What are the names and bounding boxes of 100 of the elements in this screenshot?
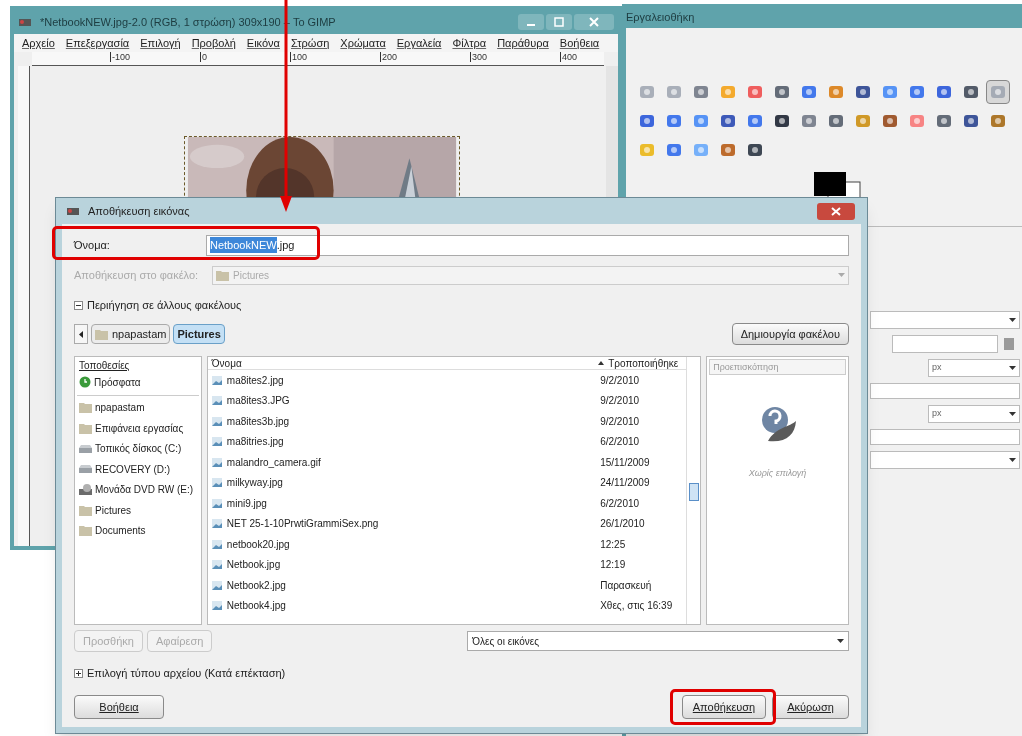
- filter-dropdown[interactable]: Όλες οι εικόνες: [467, 631, 849, 651]
- menu-item[interactable]: Παράθυρα: [497, 34, 549, 52]
- file-row[interactable]: mini9.jpg 6/2/2010: [207, 493, 687, 514]
- help-button[interactable]: Βοήθεια: [74, 695, 164, 719]
- place-item[interactable]: Documents: [75, 520, 201, 541]
- dropdown-field[interactable]: [870, 451, 1020, 469]
- tool-icon: [989, 112, 1007, 130]
- file-name: Netbook2.jpg: [226, 578, 286, 593]
- tool-icon: [746, 141, 764, 159]
- app-icon: [18, 17, 32, 27]
- collapse-icon[interactable]: [74, 300, 83, 310]
- caret-icon: [1009, 458, 1016, 462]
- place-item[interactable]: Επιφάνεια εργασίας: [75, 418, 201, 439]
- menu-item[interactable]: Χρώματα: [340, 34, 386, 52]
- clipboard-icon[interactable]: [1004, 338, 1014, 350]
- maximize-icon[interactable]: [546, 14, 572, 30]
- expander-label[interactable]: Περιήγηση σε άλλους φακέλους: [87, 296, 242, 314]
- cancel-button[interactable]: Ακύρωση: [772, 695, 849, 719]
- sort-arrow-icon[interactable]: [598, 361, 605, 365]
- tool-icon: [665, 112, 683, 130]
- ruler-label: 400: [560, 52, 577, 62]
- unit-dropdown[interactable]: px: [928, 405, 1020, 423]
- column-header[interactable]: Τοποθεσίες: [75, 357, 201, 372]
- tool-icon: [719, 112, 737, 130]
- tool-icon: [962, 83, 980, 101]
- folder-icon: [79, 525, 92, 537]
- place-item[interactable]: npapastam: [75, 397, 201, 418]
- menu-item[interactable]: Αρχείο: [22, 34, 55, 52]
- menu-item[interactable]: Βοήθεια: [559, 34, 600, 52]
- menu-item[interactable]: Φίλτρα: [452, 34, 487, 52]
- expander-label[interactable]: Επιλογή τύπου αρχείου (Κατά επέκταση): [87, 664, 286, 682]
- text-field[interactable]: [892, 335, 998, 353]
- close-icon[interactable]: [574, 14, 614, 30]
- path-button[interactable]: Pictures: [173, 324, 225, 344]
- menu-item[interactable]: Επεξεργασία: [65, 34, 130, 52]
- file-row[interactable]: ma8itries.jpg 6/2/2010: [207, 431, 687, 452]
- caret-icon: [1009, 318, 1016, 322]
- ruler-label: 200: [380, 52, 397, 62]
- tool-icon: [908, 83, 926, 101]
- number-field[interactable]: [870, 383, 1020, 399]
- file-row[interactable]: malandro_camera.gif 15/11/2009: [207, 452, 687, 473]
- menu-item[interactable]: Εργαλεία: [396, 34, 442, 52]
- file-row[interactable]: Netbook2.jpg Παρασκευή: [207, 575, 687, 596]
- file-row[interactable]: netbook20.jpg 12:25: [207, 534, 687, 555]
- caret-icon: [838, 273, 845, 277]
- save-button[interactable]: Αποθήκευση: [682, 695, 766, 719]
- back-button[interactable]: [74, 324, 88, 344]
- menu-item[interactable]: Εικόνα: [246, 34, 280, 52]
- tool-icon: [692, 141, 710, 159]
- number-field[interactable]: [870, 429, 1020, 445]
- column-header[interactable]: Όνομα: [207, 357, 599, 369]
- place-item[interactable]: Τοπικός δίσκος (C:): [75, 438, 201, 459]
- file-name: malandro_camera.gif: [226, 455, 321, 470]
- file-name: milkyway.jpg: [226, 476, 283, 491]
- tool-icon: [908, 112, 926, 130]
- dialog-title: Αποθήκευση εικόνας: [88, 203, 190, 219]
- clock-icon: [79, 376, 91, 389]
- folder-icon: [216, 269, 229, 281]
- unit-dropdown[interactable]: px: [928, 359, 1020, 377]
- ruler-label: 300: [470, 52, 487, 62]
- file-row[interactable]: ma8ites3.JPG 9/2/2010: [207, 390, 687, 411]
- tool-icon: [827, 112, 845, 130]
- preview-message: Χωρίς επιλογή: [747, 467, 808, 480]
- drive-icon: [79, 444, 92, 453]
- dropdown-field[interactable]: [870, 311, 1020, 329]
- file-row[interactable]: ma8ites2.jpg 9/2/2010: [207, 370, 687, 391]
- place-item[interactable]: RECOVERY (D:): [75, 459, 201, 480]
- create-folder-button[interactable]: Δημιουργία φακέλου: [731, 323, 849, 345]
- tool-icon: [638, 112, 656, 130]
- place-item[interactable]: Μονάδα DVD RW (E:): [75, 479, 201, 500]
- folder-icon: [95, 328, 108, 340]
- preview-header: Προεπισκόπηση: [709, 359, 846, 375]
- minimize-icon[interactable]: [518, 14, 544, 30]
- path-button[interactable]: npapastam: [91, 324, 171, 344]
- expand-icon[interactable]: [74, 668, 83, 678]
- folder-value: Pictures: [233, 268, 270, 283]
- scrollbar-thumb[interactable]: [688, 483, 699, 501]
- tool-icon: [773, 112, 791, 130]
- modified-date: Χθες, στις 16:39: [600, 599, 674, 614]
- file-name: NET 25-1-10PrwtiGrammiSex.png: [226, 517, 379, 532]
- close-icon[interactable]: [817, 202, 855, 220]
- file-row[interactable]: NET 25-1-10PrwtiGrammiSex.png 26/1/2010: [207, 513, 687, 534]
- column-header[interactable]: Τροποποιήθηκε: [608, 357, 687, 369]
- menu-item[interactable]: Επιλογή: [140, 34, 181, 52]
- vertical-scrollbar[interactable]: [686, 357, 701, 624]
- file-row[interactable]: Netbook.jpg 12:19: [207, 554, 687, 575]
- file-row[interactable]: Netbook4.jpg Χθες, στις 16:39: [207, 595, 687, 616]
- file-row[interactable]: ma8ites3b.jpg 9/2/2010: [207, 411, 687, 432]
- file-row[interactable]: milkyway.jpg 24/11/2009: [207, 472, 687, 493]
- menu-item[interactable]: Στρώση: [290, 34, 330, 52]
- menu-item[interactable]: Προβολή: [191, 34, 236, 52]
- place-item[interactable]: Pictures: [75, 500, 201, 521]
- tool-icon: [881, 112, 899, 130]
- tool-icon: [962, 112, 980, 130]
- file-name: ma8ites2.jpg: [226, 373, 284, 388]
- tool-icon: [935, 112, 953, 130]
- place-item[interactable]: Πρόσφατα: [75, 372, 201, 393]
- modified-date: 9/2/2010: [600, 394, 641, 409]
- tool-icon: [773, 83, 791, 101]
- modified-date: 26/1/2010: [600, 517, 646, 532]
